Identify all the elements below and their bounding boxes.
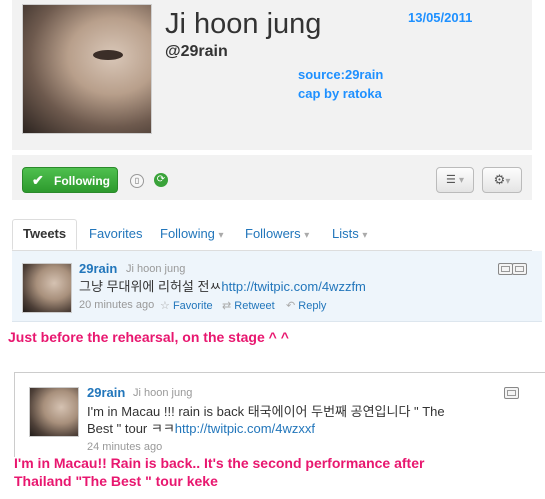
gear-icon: ⚙ <box>493 172 506 187</box>
tweet-item[interactable]: 29rain Ji hoon jung I'm in Macau !!! rai… <box>14 372 545 457</box>
date-annotation: 13/05/2011 <box>408 10 473 25</box>
favorite-label: Favorite <box>172 300 213 312</box>
retweet-action[interactable]: ⇄ Retweet <box>222 299 275 312</box>
media-icon[interactable] <box>504 387 519 399</box>
tab-tweets[interactable]: Tweets <box>12 219 78 250</box>
device-updates-icon[interactable]: ▯ <box>130 174 144 188</box>
cap-annotation: cap by ratoka <box>298 86 382 101</box>
translation-caption-2-line1: I'm in Macau!! Rain is back.. It's the s… <box>14 455 425 471</box>
tab-following-label: Following <box>160 226 215 241</box>
tweet-username[interactable]: 29rain <box>79 261 117 276</box>
translation-caption-1: Just before the rehearsal, on the stage … <box>8 329 289 345</box>
reply-action[interactable]: ↶ Reply <box>286 299 326 312</box>
tweet-avatar[interactable] <box>29 387 79 437</box>
tab-followers-label: Followers <box>245 226 301 241</box>
profile-handle: @29rain <box>165 43 228 60</box>
tweet-text-line1: I'm in Macau !!! rain is back 태국에이어 두번째 … <box>87 404 445 419</box>
tweet-link[interactable]: http://twitpic.com/4wzzfm <box>221 279 365 294</box>
tweet-item[interactable]: 29rain Ji hoon jung 그냥 무대위에 리허설 전ㅆhttp:/… <box>12 251 542 322</box>
tweet-timestamp[interactable]: 24 minutes ago <box>87 441 162 453</box>
translation-caption-2-line2: Thailand "The Best " tour keke <box>14 473 218 489</box>
tab-followers[interactable]: Followers ▾ <box>245 220 309 249</box>
tweet-text: 그냥 무대위에 리허설 전ㅆhttp://twitpic.com/4wzzfm <box>79 278 366 295</box>
source-annotation: source:29rain <box>298 67 384 82</box>
tweet-text: I'm in Macau !!! rain is back 태국에이어 두번째 … <box>87 403 527 437</box>
following-button-label: Following <box>54 174 110 188</box>
retweet-label: Retweet <box>234 300 275 312</box>
reply-label: Reply <box>298 300 327 312</box>
tweet-timestamp[interactable]: 20 minutes ago <box>79 299 154 311</box>
star-icon: ☆ <box>160 300 170 312</box>
chevron-down-icon: ▾ <box>362 230 368 241</box>
tweet-avatar[interactable] <box>22 263 72 313</box>
chevron-down-icon: ▾ <box>505 176 511 187</box>
list-icon: ☰ <box>446 174 456 186</box>
retweet-icon: ⇄ <box>222 300 232 312</box>
tweet-username[interactable]: 29rain <box>87 385 125 400</box>
tab-favorites[interactable]: Favorites <box>89 220 142 249</box>
reply-icon: ↶ <box>286 300 296 312</box>
chevron-down-icon: ▾ <box>304 230 310 241</box>
chevron-down-icon: ▾ <box>458 175 464 186</box>
gear-menu-button[interactable]: ⚙▾ <box>482 167 522 193</box>
tab-favorites-label: Favorites <box>89 226 143 241</box>
tab-following[interactable]: Following ▾ <box>160 220 224 249</box>
profile-name: Ji hoon jung <box>165 8 322 40</box>
list-menu-button[interactable]: ☰ ▾ <box>436 167 474 193</box>
tab-lists[interactable]: Lists ▾ <box>332 220 367 249</box>
chevron-down-icon: ▾ <box>218 230 224 241</box>
tab-lists-label: Lists <box>332 226 359 241</box>
checkmark-icon: ✔ <box>32 172 44 188</box>
tweet-link[interactable]: http://twitpic.com/4wzxxf <box>175 421 315 436</box>
profile-avatar[interactable] <box>22 4 152 134</box>
media-icon[interactable] <box>512 263 527 275</box>
following-button[interactable]: ✔ Following <box>22 167 118 193</box>
tweet-text-body: 그냥 무대위에 리허설 전ㅆ <box>79 279 222 294</box>
media-icon[interactable] <box>498 263 513 275</box>
tab-tweets-label: Tweets <box>23 226 67 241</box>
favorite-action[interactable]: ☆ Favorite <box>160 299 213 312</box>
tweet-text-line2: Best " tour ㅋㅋ <box>87 421 175 436</box>
tweet-fullname: Ji hoon jung <box>126 263 186 275</box>
profile-tabs: Tweets Favorites Following ▾ Followers ▾… <box>12 219 532 251</box>
tweet-fullname: Ji hoon jung <box>133 387 193 399</box>
retweets-toggle-icon[interactable]: ⟳ <box>154 173 168 187</box>
